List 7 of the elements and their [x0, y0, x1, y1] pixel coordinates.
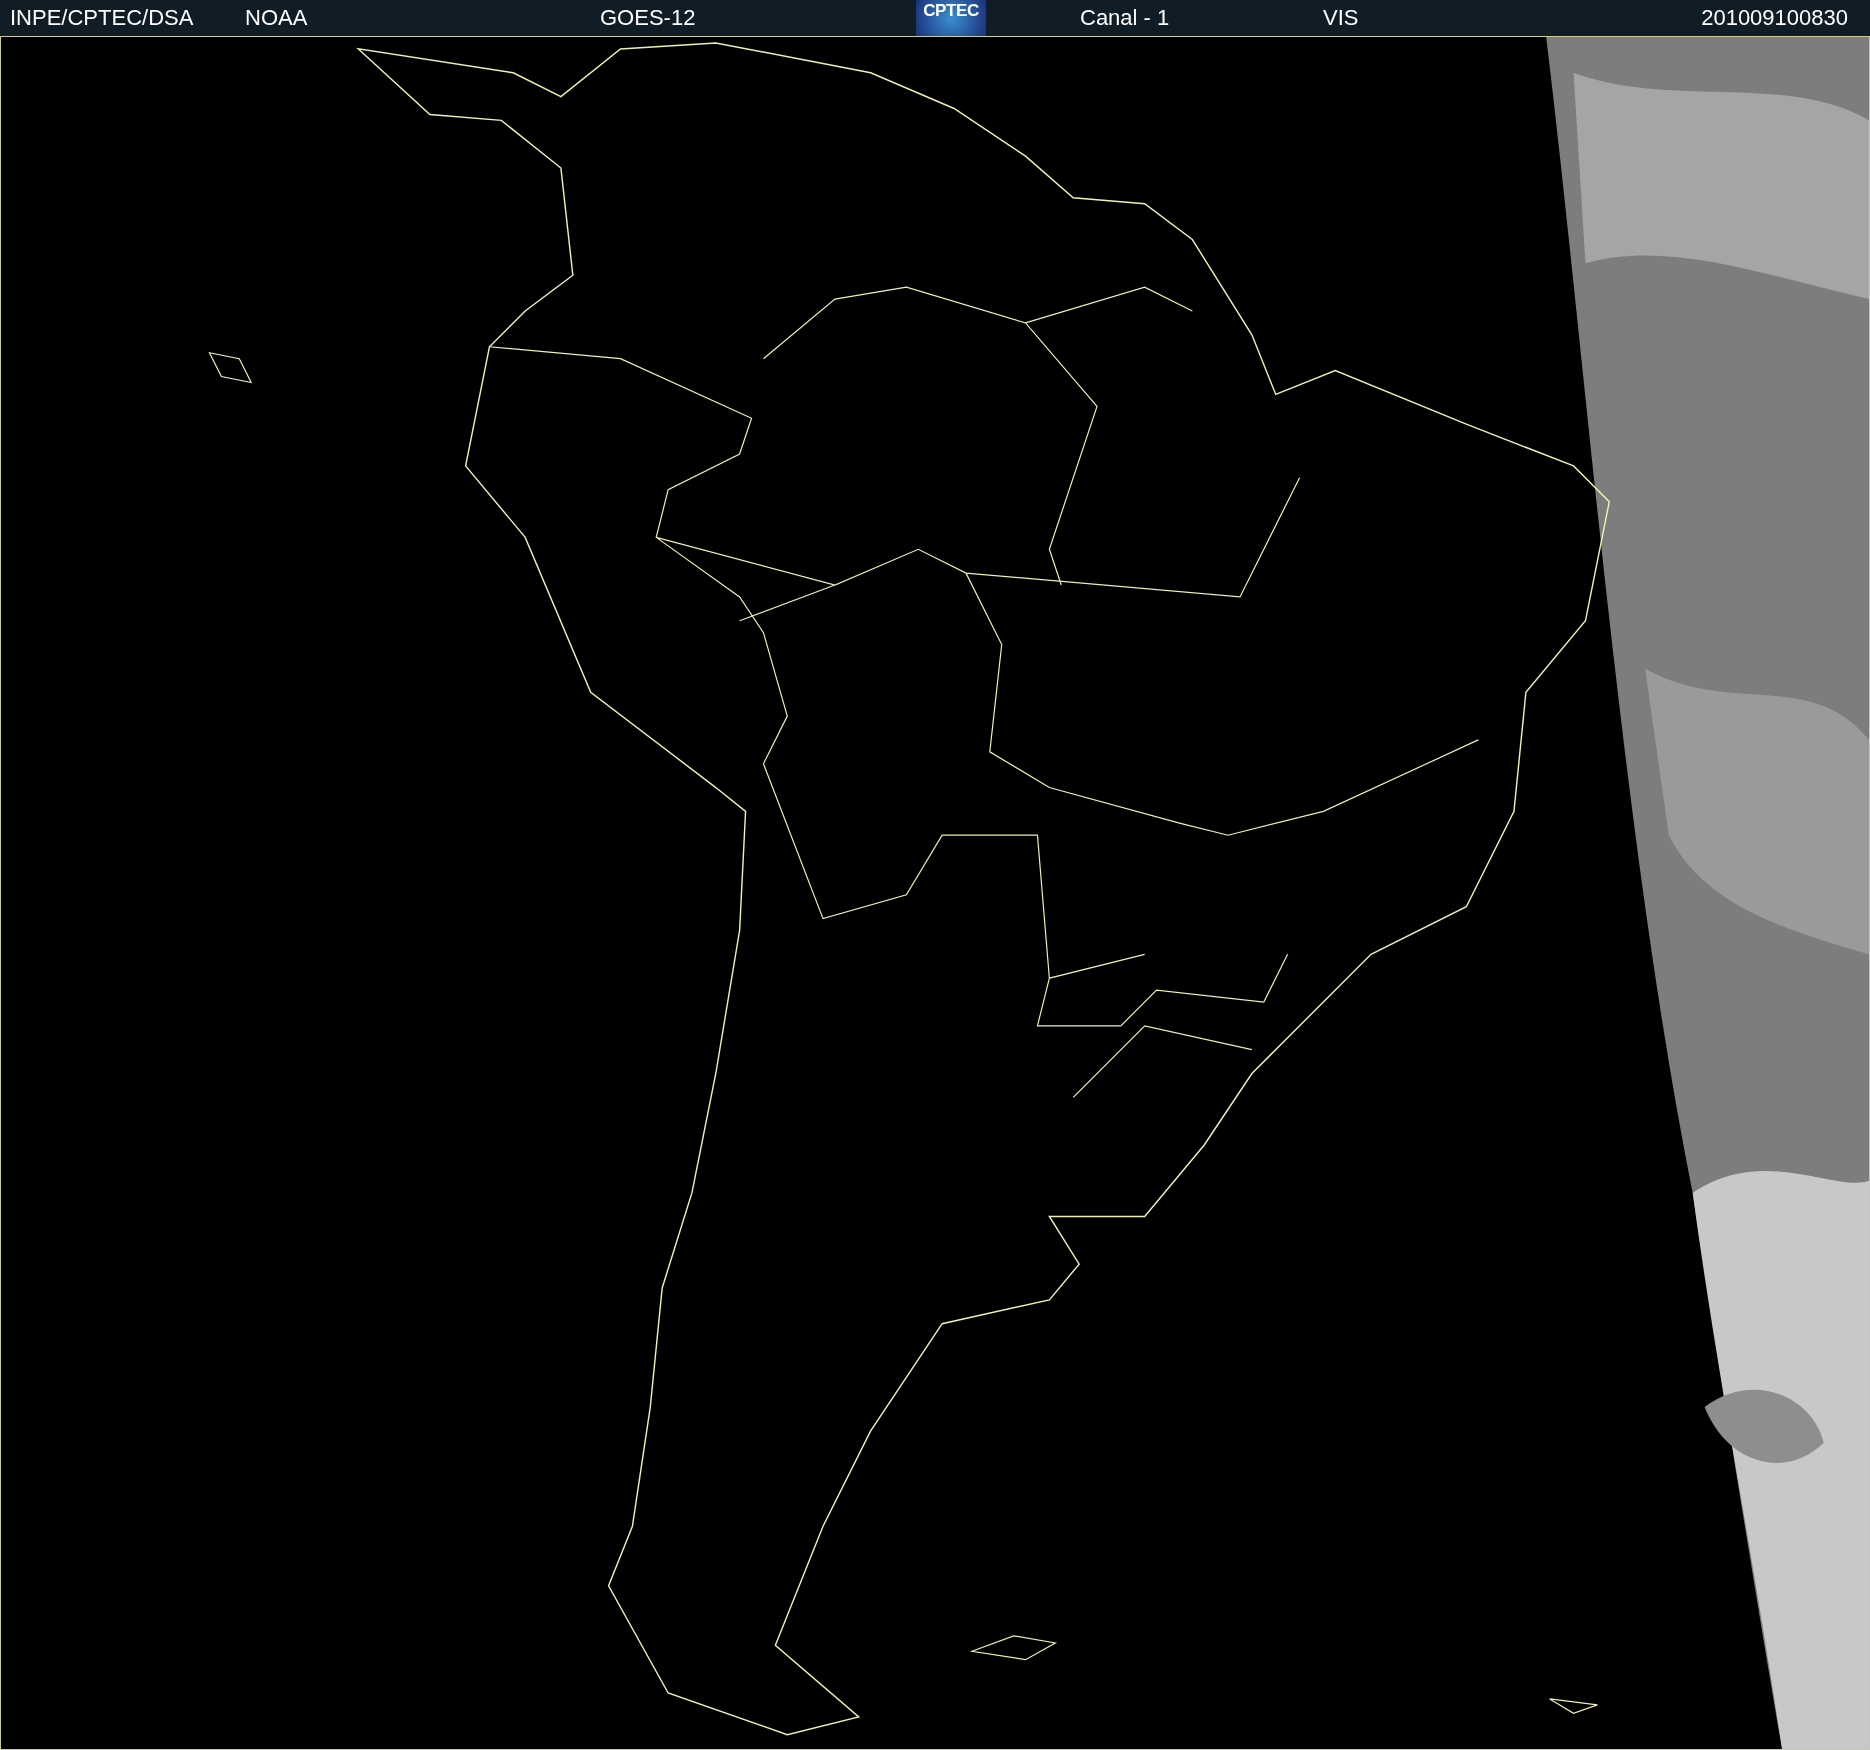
timestamp-label: 201009100830	[1701, 4, 1848, 32]
agency-label: INPE/CPTEC/DSA	[10, 4, 194, 32]
satellite-label: GOES-12	[600, 4, 696, 32]
source-label: NOAA	[245, 4, 308, 32]
logo: CPTEC	[916, 0, 986, 36]
band-label: VIS	[1323, 4, 1359, 32]
channel-label: Canal - 1	[1080, 4, 1170, 32]
